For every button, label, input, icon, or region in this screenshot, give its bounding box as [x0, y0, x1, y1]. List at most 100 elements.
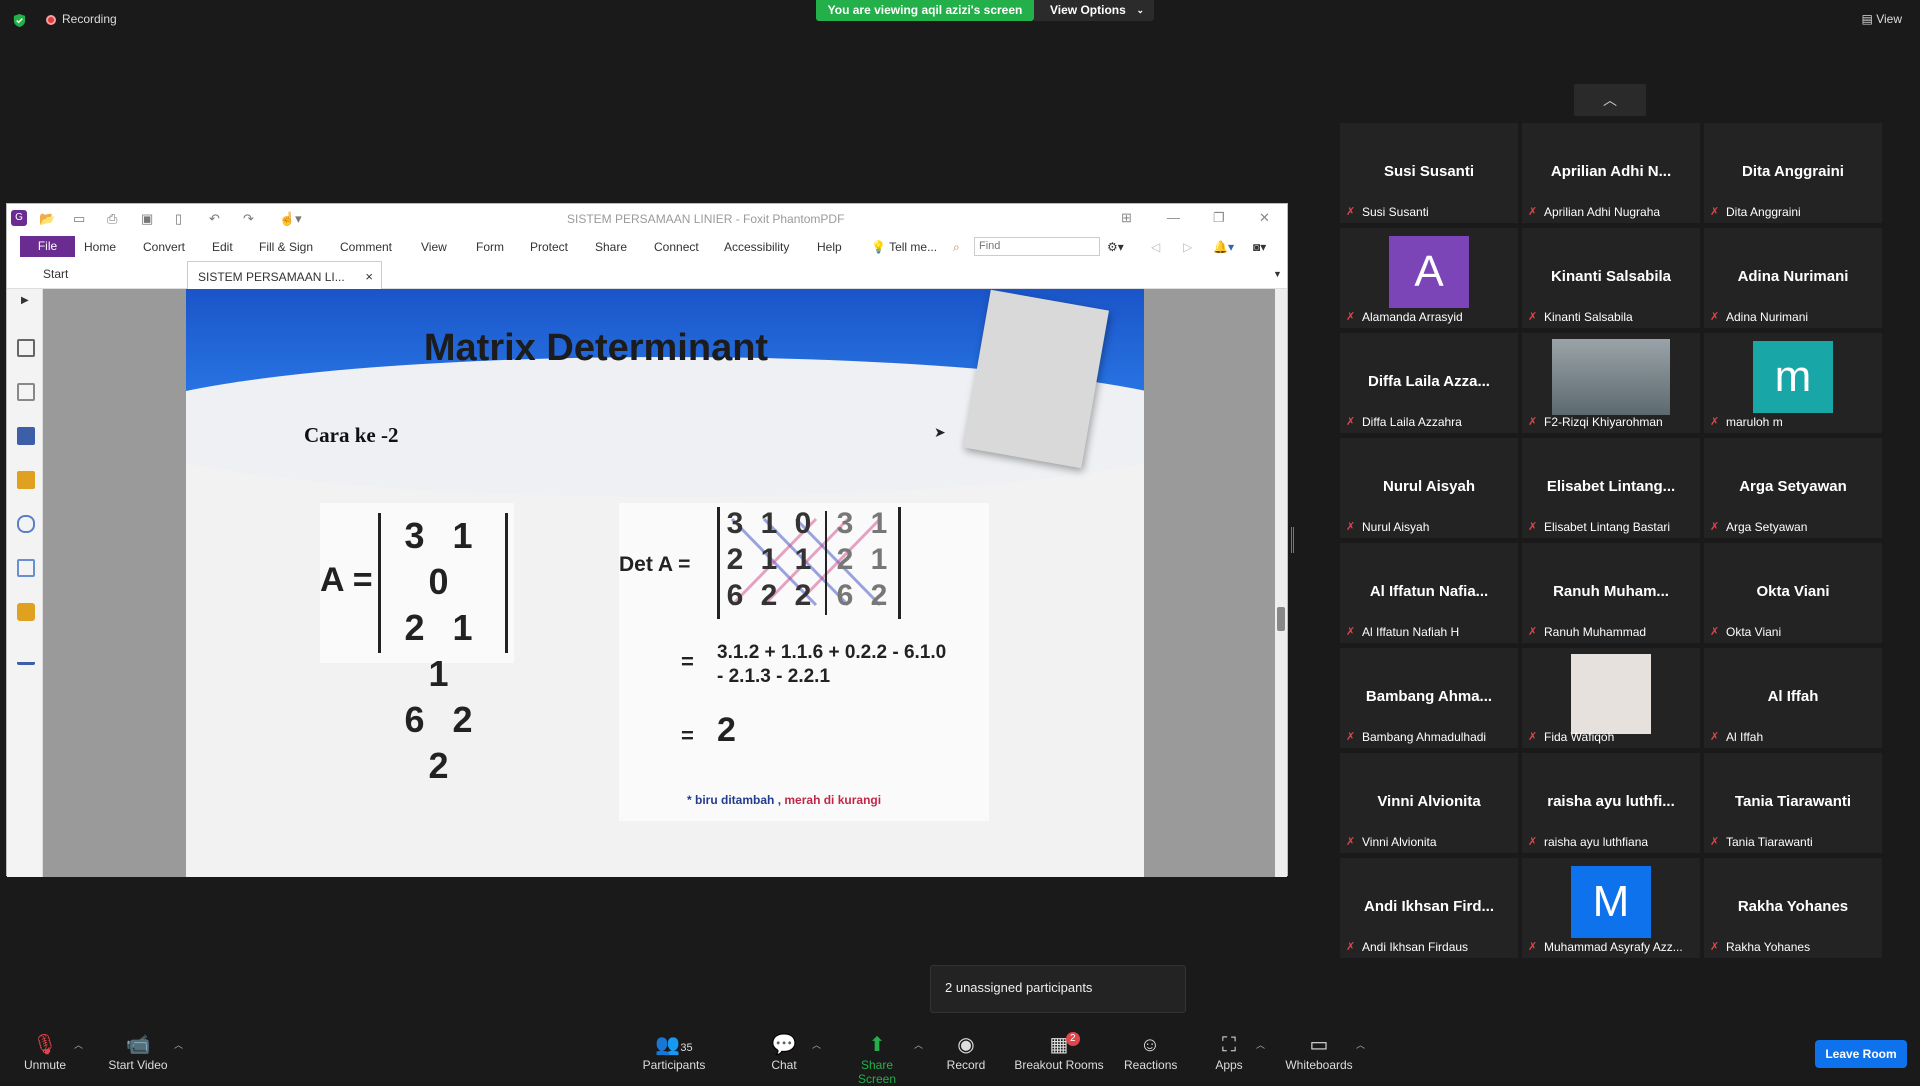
- layers-icon[interactable]: [17, 427, 35, 445]
- participant-tile[interactable]: m ✗ maruloh m: [1704, 333, 1882, 433]
- participant-tile[interactable]: M ✗ Muhammad Asyrafy Azz...: [1522, 858, 1700, 958]
- print-icon[interactable]: ⎙: [107, 211, 117, 227]
- participant-tile[interactable]: ✗ F2-Rizqi Khiyarohman: [1522, 333, 1700, 433]
- menu-file[interactable]: File: [20, 236, 75, 257]
- save-icon[interactable]: ▭: [73, 211, 85, 227]
- signature-icon[interactable]: [17, 559, 35, 577]
- participant-tile[interactable]: Nurul Aisyah ✗ Nurul Aisyah: [1340, 438, 1518, 538]
- participant-tile[interactable]: Ranuh Muham... ✗ Ranuh Muhammad: [1522, 543, 1700, 643]
- menu-form[interactable]: Form: [476, 240, 504, 254]
- view-button[interactable]: ▤ View: [1862, 12, 1902, 26]
- participant-tile[interactable]: Adina Nurimani ✗ Adina Nurimani: [1704, 228, 1882, 328]
- menu-connect[interactable]: Connect: [654, 240, 699, 254]
- record-label: Record: [946, 1058, 986, 1072]
- tab-start[interactable]: Start: [43, 267, 68, 281]
- menu-home[interactable]: Home: [84, 240, 116, 254]
- participant-tile[interactable]: Tania Tiarawanti ✗ Tania Tiarawanti: [1704, 753, 1882, 853]
- participant-tile[interactable]: Al Iffatun Nafia... ✗ Al Iffatun Nafiah H: [1340, 543, 1518, 643]
- share-screen-button[interactable]: ⬆ Share Screen ︿: [842, 1032, 923, 1086]
- menu-convert[interactable]: Convert: [143, 240, 185, 254]
- menu-fill-sign[interactable]: Fill & Sign: [259, 240, 313, 254]
- undo-icon[interactable]: ↶: [209, 211, 220, 227]
- breakout-rooms-button[interactable]: ▦ 2 Breakout Rooms: [1014, 1032, 1104, 1072]
- caret-up-icon[interactable]: ︿: [914, 1038, 923, 1051]
- open-icon[interactable]: 📂: [39, 211, 55, 227]
- caret-up-icon[interactable]: ︿: [174, 1038, 183, 1051]
- caret-up-icon[interactable]: ︿: [74, 1038, 83, 1051]
- image-icon[interactable]: ▣: [141, 211, 153, 227]
- bell-icon[interactable]: 🔔▾: [1213, 240, 1234, 254]
- expand-panel-icon[interactable]: ▶: [21, 295, 29, 306]
- menu-accessibility[interactable]: Accessibility: [724, 240, 789, 254]
- next-icon[interactable]: ▷: [1183, 240, 1192, 254]
- menu-protect[interactable]: Protect: [530, 240, 568, 254]
- redo-icon[interactable]: ↷: [243, 211, 254, 227]
- participant-tile[interactable]: Arga Setyawan ✗ Arga Setyawan: [1704, 438, 1882, 538]
- participant-tile[interactable]: raisha ayu luthfi... ✗ raisha ayu luthfian…: [1522, 753, 1700, 853]
- restore-icon[interactable]: ❐: [1213, 210, 1225, 226]
- leave-room-button[interactable]: Leave Room: [1815, 1040, 1907, 1068]
- participant-tile[interactable]: Vinni Alvionita ✗ Vinni Alvionita: [1340, 753, 1518, 853]
- participant-tile[interactable]: ✗ Fida Wafiqoh: [1522, 648, 1700, 748]
- close-tab-icon[interactable]: ×: [365, 269, 373, 284]
- gallery-scroll-up-icon[interactable]: ︿: [1574, 84, 1646, 116]
- layout-icon[interactable]: ⊞: [1121, 210, 1132, 226]
- hand-tool-icon[interactable]: ☝▾: [279, 211, 302, 227]
- tab-document-label: SISTEM PERSAMAAN LI...: [198, 270, 345, 284]
- reactions-label: Reactions: [1124, 1058, 1178, 1072]
- comments-icon[interactable]: [17, 471, 35, 489]
- ribbon-collapse-icon[interactable]: ▼: [1273, 269, 1282, 279]
- lock-icon[interactable]: [17, 603, 35, 621]
- unmute-button[interactable]: 🎙 Unmute ︿: [20, 1032, 83, 1072]
- reactions-button[interactable]: ☺ Reactions: [1124, 1032, 1178, 1072]
- menu-view[interactable]: View: [421, 240, 447, 254]
- participant-tile[interactable]: Al Iffah ✗ Al Iffah: [1704, 648, 1882, 748]
- pages-icon[interactable]: [17, 383, 35, 401]
- participant-tile[interactable]: Andi Ikhsan Fird... ✗ Andi Ikhsan Firdaus: [1340, 858, 1518, 958]
- shield-icon[interactable]: [12, 13, 27, 28]
- participant-tile[interactable]: Bambang Ahma... ✗ Bambang Ahmadulhadi: [1340, 648, 1518, 748]
- caret-up-icon[interactable]: ︿: [1256, 1038, 1265, 1051]
- participant-tile[interactable]: A ✗ Alamanda Arrasyid: [1340, 228, 1518, 328]
- account-icon[interactable]: ◙▾: [1253, 240, 1266, 254]
- matrix-a-row: 2 1 1: [404, 607, 482, 694]
- whiteboards-button[interactable]: ▭ Whiteboards ︿: [1284, 1032, 1365, 1072]
- new-doc-icon[interactable]: ▯: [175, 211, 182, 227]
- find-input[interactable]: Find: [974, 237, 1100, 256]
- menu-help[interactable]: Help: [817, 240, 842, 254]
- chat-button[interactable]: 💬 Chat ︿: [762, 1032, 821, 1072]
- participant-tile[interactable]: Kinanti Salsabila ✗ Kinanti Salsabila: [1522, 228, 1700, 328]
- pen-tool-icon[interactable]: [17, 647, 35, 665]
- participant-tile[interactable]: Okta Viani ✗ Okta Viani: [1704, 543, 1882, 643]
- record-button[interactable]: ◉ Record: [944, 1032, 988, 1072]
- bookmark-icon[interactable]: [17, 339, 35, 357]
- attachment-icon[interactable]: [17, 515, 35, 533]
- unassigned-participants-tooltip[interactable]: 2 unassigned participants: [930, 965, 1186, 1013]
- view-options-button[interactable]: View Options ⌄: [1034, 0, 1154, 21]
- participant-tile[interactable]: Rakha Yohanes ✗ Rakha Yohanes: [1704, 858, 1882, 958]
- tell-me-button[interactable]: 💡 Tell me...: [871, 240, 937, 254]
- minimize-icon[interactable]: —: [1167, 210, 1180, 225]
- menu-comment[interactable]: Comment: [340, 240, 392, 254]
- tab-document[interactable]: SISTEM PERSAMAAN LI... ×: [187, 261, 382, 289]
- close-window-icon[interactable]: ✕: [1259, 210, 1270, 226]
- panel-splitter[interactable]: [1291, 527, 1294, 553]
- vertical-scrollbar[interactable]: [1275, 289, 1287, 877]
- participant-tile[interactable]: Susi Susanti ✗ Susi Susanti: [1340, 123, 1518, 223]
- caret-up-icon[interactable]: ︿: [812, 1038, 821, 1051]
- menu-share[interactable]: Share: [595, 240, 627, 254]
- start-video-button[interactable]: 📹 Start Video ︿: [106, 1032, 183, 1072]
- participant-tile[interactable]: Diffa Laila Azza... ✗ Diffa Laila Azzahra: [1340, 333, 1518, 433]
- settings-icon[interactable]: ⚙▾: [1107, 240, 1124, 254]
- prev-icon[interactable]: ◁: [1151, 240, 1160, 254]
- participant-tile[interactable]: Dita Anggraini ✗ Dita Anggraini: [1704, 123, 1882, 223]
- participant-tile[interactable]: Elisabet Lintang... ✗ Elisabet Lintang Bas…: [1522, 438, 1700, 538]
- participant-tile[interactable]: Aprilian Adhi N... ✗ Aprilian Adhi Nugraha: [1522, 123, 1700, 223]
- video-off-icon: 📹: [125, 1034, 151, 1056]
- participants-button[interactable]: 👥35 Participants: [640, 1032, 708, 1072]
- apps-button[interactable]: ⛶ Apps ︿: [1212, 1032, 1265, 1072]
- scroll-thumb[interactable]: [1277, 607, 1285, 631]
- search-tool-icon[interactable]: ⌕: [953, 240, 960, 255]
- caret-up-icon[interactable]: ︿: [1356, 1038, 1365, 1051]
- menu-edit[interactable]: Edit: [212, 240, 233, 254]
